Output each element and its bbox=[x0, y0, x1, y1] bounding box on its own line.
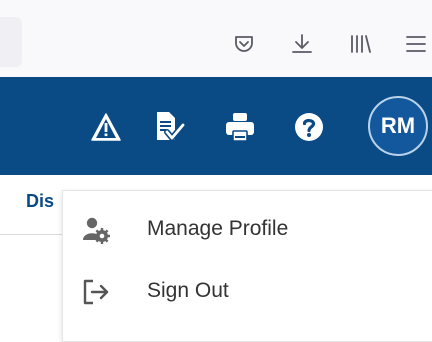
divider bbox=[0, 234, 62, 235]
avatar-initials: RM bbox=[380, 113, 416, 138]
menu-item-label: Sign Out bbox=[147, 279, 229, 302]
pocket-icon[interactable] bbox=[233, 33, 255, 55]
avatar[interactable]: RM bbox=[368, 96, 428, 156]
menu-item-sign-out[interactable]: Sign Out bbox=[63, 263, 432, 319]
download-icon[interactable] bbox=[290, 32, 314, 56]
help-icon[interactable] bbox=[292, 110, 326, 144]
warning-icon[interactable] bbox=[90, 112, 122, 142]
browser-toolbar bbox=[0, 0, 432, 77]
menu-icon[interactable] bbox=[405, 34, 427, 54]
tab-label[interactable]: Dis bbox=[26, 191, 54, 212]
menu-item-label: Manage Profile bbox=[147, 217, 289, 240]
profile-menu: Manage Profile Sign Out bbox=[62, 190, 432, 342]
user-gear-icon bbox=[83, 217, 110, 244]
library-icon[interactable] bbox=[349, 33, 373, 55]
document-check-icon[interactable] bbox=[152, 110, 186, 144]
url-field[interactable] bbox=[0, 17, 22, 67]
print-icon[interactable] bbox=[223, 110, 257, 144]
sign-out-icon bbox=[83, 279, 109, 305]
menu-item-manage-profile[interactable]: Manage Profile bbox=[63, 201, 432, 257]
